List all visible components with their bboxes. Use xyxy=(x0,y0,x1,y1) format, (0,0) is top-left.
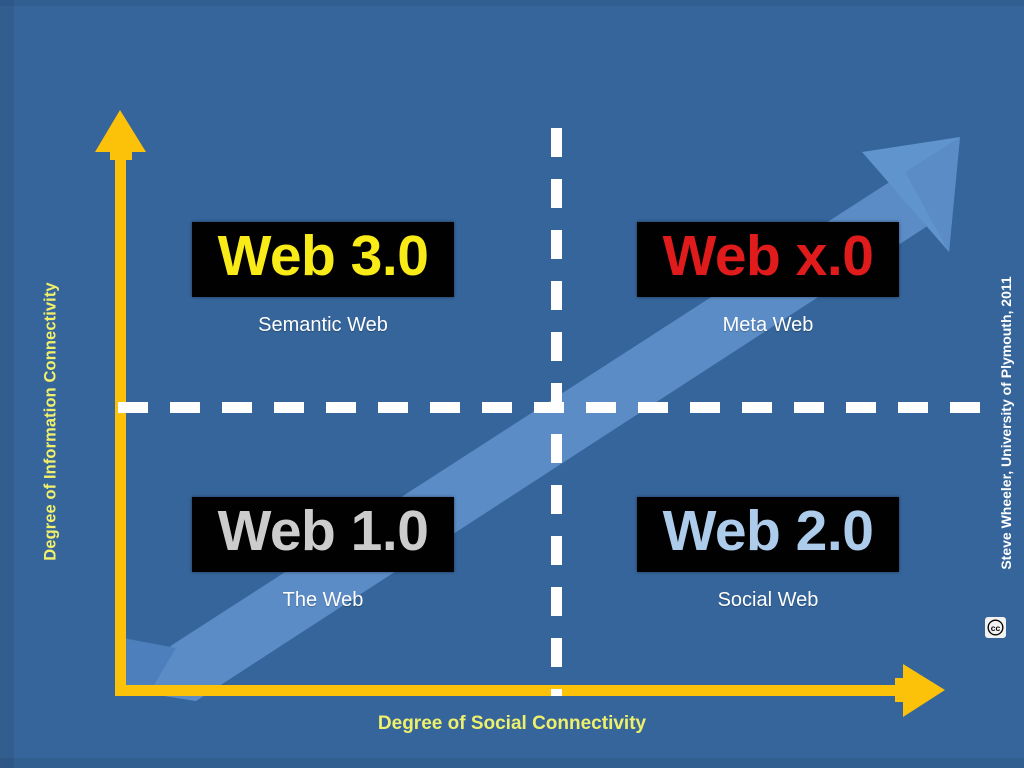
quadrant-plaque: Web 1.0 xyxy=(191,497,455,572)
quadrant-web-2-0: Web 2.0 Social Web xyxy=(608,497,928,612)
credit-text: Steve Wheeler, University of Plymouth, 2… xyxy=(998,276,1014,570)
quadrant-caption: The Web xyxy=(282,589,364,611)
x-axis-line xyxy=(115,685,915,696)
y-axis-title: Degree of Information Connectivity xyxy=(41,282,60,561)
quadrant-plaque: Web x.0 xyxy=(636,222,900,297)
arrow-up-icon xyxy=(95,110,146,160)
quadrant-caption: Semantic Web xyxy=(258,314,388,336)
vertical-divider xyxy=(551,128,562,696)
quadrant-web-3-0: Web 3.0 Semantic Web xyxy=(163,222,483,337)
quadrant-web-x-0: Web x.0 Meta Web xyxy=(608,222,928,337)
quadrant-web-1-0: Web 1.0 The Web xyxy=(163,497,483,612)
quadrant-title: Web x.0 xyxy=(662,224,874,288)
creative-commons-icon: cc xyxy=(985,617,1006,638)
axes xyxy=(95,110,945,717)
diagram-canvas: Web 3.0 Semantic Web Web x.0 Meta Web We… xyxy=(0,0,1024,768)
quadrant-caption: Meta Web xyxy=(722,314,814,336)
x-axis-title: Degree of Social Connectivity xyxy=(377,713,647,734)
y-axis-line xyxy=(115,140,126,696)
quadrant-title: Web 3.0 xyxy=(217,224,429,288)
quadrant-caption: Social Web xyxy=(717,589,819,611)
quadrant-title: Web 1.0 xyxy=(217,499,429,563)
arrow-right-icon xyxy=(895,664,945,717)
quadrant-plaque: Web 3.0 xyxy=(191,222,455,297)
svg-text:cc: cc xyxy=(991,623,1001,633)
quadrant-plaque: Web 2.0 xyxy=(636,497,900,572)
quadrant-title: Web 2.0 xyxy=(662,499,874,563)
